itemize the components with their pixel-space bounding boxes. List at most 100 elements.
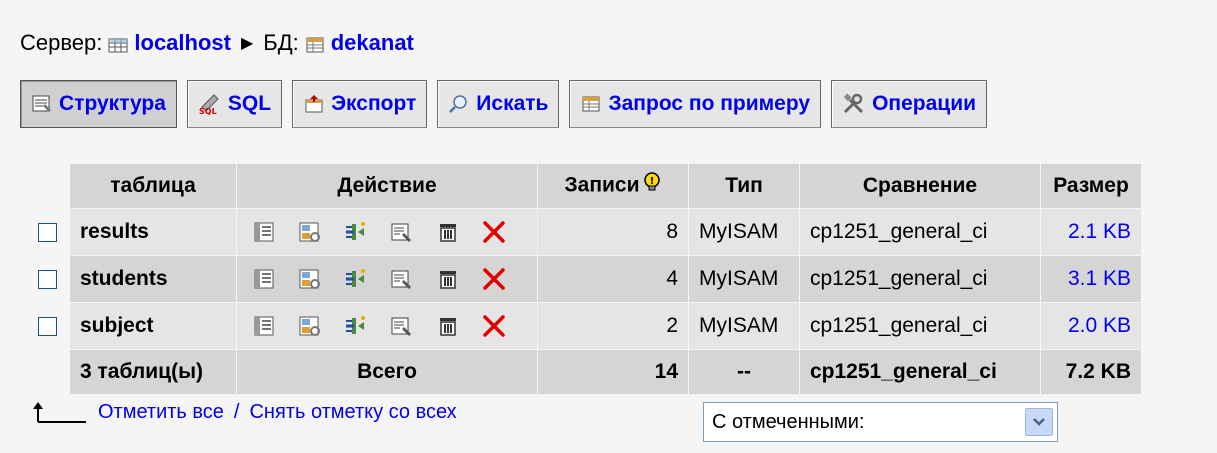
tab-label: SQL: [227, 92, 272, 115]
row-actions: [237, 303, 537, 349]
drop-icon[interactable]: [479, 265, 509, 293]
structure-icon: [32, 95, 51, 112]
row-type: MyISAM: [689, 303, 799, 349]
structure-icon[interactable]: [295, 265, 325, 293]
separator: /: [233, 400, 240, 423]
select-value: С отмеченными:: [712, 410, 865, 433]
tables-list: таблица Действие Записи! Тип Сравнение Р…: [24, 163, 1142, 395]
drop-icon[interactable]: [479, 312, 509, 340]
svg-text:!: !: [649, 176, 654, 187]
browse-icon[interactable]: [249, 218, 279, 246]
db-label: БД:: [263, 30, 299, 55]
sql-icon: SQL: [199, 94, 219, 115]
browse-icon[interactable]: [249, 265, 279, 293]
drop-icon[interactable]: [479, 218, 509, 246]
properties-icon[interactable]: [387, 265, 417, 293]
row-checkbox-cell: [25, 209, 69, 255]
tab-operations[interactable]: Операции: [831, 80, 988, 128]
server-link[interactable]: localhost: [134, 30, 231, 56]
operations-icon: [843, 93, 864, 114]
tab-sql[interactable]: SQL SQL: [186, 80, 283, 128]
insert-icon[interactable]: [341, 218, 371, 246]
row-size-link[interactable]: 2.0 KB: [1068, 314, 1131, 337]
export-icon: [305, 95, 323, 113]
svg-text:SQL: SQL: [199, 107, 217, 115]
uncheck-all-link[interactable]: Снять отметку со всех: [249, 401, 456, 424]
total-size: 7.2 KB: [1041, 350, 1141, 394]
properties-icon[interactable]: [387, 312, 417, 340]
row-size-link[interactable]: 3.1 KB: [1068, 267, 1131, 290]
row-collation: cp1251_general_ci: [800, 256, 1040, 302]
table-row: results 8 MyISAM cp1251_general_ci 2.1 KB: [25, 209, 1141, 255]
database-link[interactable]: dekanat: [331, 30, 414, 56]
header-size: Размер: [1041, 164, 1141, 208]
tab-export[interactable]: Экспорт: [292, 80, 428, 128]
row-type: MyISAM: [689, 256, 799, 302]
total-row: 3 таблиц(ы) Всего 14 -- cp1251_general_c…: [25, 350, 1141, 394]
table-header-row: таблица Действие Записи! Тип Сравнение Р…: [25, 164, 1141, 208]
row-size-cell: 2.0 KB: [1041, 303, 1141, 349]
properties-icon[interactable]: [387, 218, 417, 246]
row-collation: cp1251_general_ci: [800, 303, 1040, 349]
total-checkbox-col: [25, 350, 69, 394]
server-icon: [108, 34, 128, 53]
row-size-cell: 2.1 KB: [1041, 209, 1141, 255]
tab-label: Структура: [59, 92, 166, 115]
row-type: MyISAM: [689, 209, 799, 255]
structure-icon[interactable]: [295, 218, 325, 246]
header-action: Действие: [237, 164, 537, 208]
structure-icon[interactable]: [295, 312, 325, 340]
total-records: 14: [538, 350, 688, 394]
header-type: Тип: [689, 164, 799, 208]
tab-label: Искать: [476, 92, 549, 115]
row-checkbox-cell: [25, 303, 69, 349]
table-row: students 4 MyISAM cp1251_general_ci 3.1 KB: [25, 256, 1141, 302]
table-name[interactable]: subject: [70, 303, 236, 349]
empty-icon[interactable]: [433, 265, 463, 293]
row-size-cell: 3.1 KB: [1041, 256, 1141, 302]
table-name[interactable]: results: [70, 209, 236, 255]
empty-icon[interactable]: [433, 312, 463, 340]
chevron-down-icon[interactable]: [1025, 408, 1053, 436]
server-label: Сервер:: [20, 30, 103, 55]
header-collation: Сравнение: [800, 164, 1040, 208]
check-all-link[interactable]: Отметить все: [98, 401, 224, 424]
header-records-label: Записи: [564, 173, 640, 197]
tab-label: Операции: [872, 92, 977, 115]
row-checkbox[interactable]: [37, 269, 57, 289]
row-checkbox[interactable]: [37, 316, 57, 336]
total-type: --: [689, 350, 799, 394]
total-collation: cp1251_general_ci: [800, 350, 1040, 394]
total-count: 3 таблиц(ы): [70, 350, 236, 394]
row-size-link[interactable]: 2.1 KB: [1068, 220, 1131, 243]
breadcrumb: Сервер: localhost ▶ БД: dekanat: [20, 30, 414, 56]
database-icon: [305, 34, 325, 53]
row-records: 4: [538, 256, 688, 302]
arrow-up-icon: [33, 402, 86, 423]
row-checkbox[interactable]: [37, 222, 57, 242]
row-records: 2: [538, 303, 688, 349]
table-row: subject 2 MyISAM cp1251_general_ci 2.0 KB: [25, 303, 1141, 349]
search-icon: [449, 95, 468, 113]
tab-query[interactable]: Запрос по примеру: [569, 80, 822, 128]
row-actions: [237, 209, 537, 255]
lightbulb-icon[interactable]: !: [642, 172, 662, 200]
header-table: таблица: [70, 164, 236, 208]
insert-icon[interactable]: [341, 265, 371, 293]
with-selected-select[interactable]: С отмеченными:: [703, 402, 1058, 442]
tab-bar: Структура SQL SQL Экспорт Искать Запрос …: [20, 80, 988, 128]
tab-label: Запрос по примеру: [608, 92, 811, 115]
tab-structure[interactable]: Структура: [20, 80, 177, 128]
breadcrumb-arrow-icon: ▶: [240, 35, 254, 52]
table-name[interactable]: students: [70, 256, 236, 302]
header-records: Записи!: [538, 164, 688, 208]
bulk-controls: Отметить все / Снять отметку со всех: [30, 400, 457, 424]
insert-icon[interactable]: [341, 312, 371, 340]
row-actions: [237, 256, 537, 302]
empty-icon[interactable]: [433, 218, 463, 246]
row-records: 8: [538, 209, 688, 255]
browse-icon[interactable]: [249, 312, 279, 340]
query-icon: [582, 96, 600, 112]
row-checkbox-cell: [25, 256, 69, 302]
tab-search[interactable]: Искать: [437, 80, 560, 128]
